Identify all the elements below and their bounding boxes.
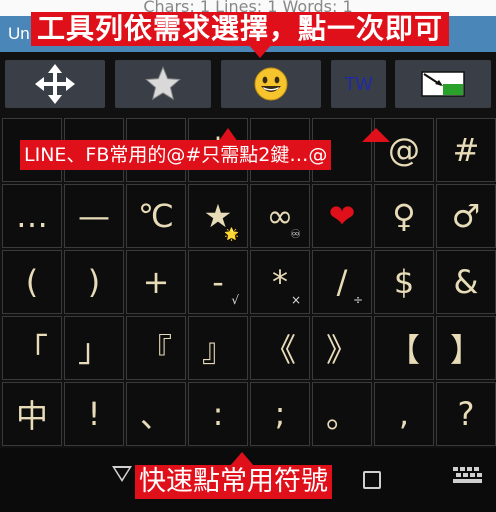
symbol-toolbar: TW [0,52,496,116]
symbol-key[interactable]: ( [2,250,62,314]
tw-text-button[interactable]: TW [331,60,386,108]
symbol-key[interactable]: 。 [312,382,372,446]
symbol-key-hint: ÷ [352,293,363,307]
symbol-key[interactable]: 「 [2,316,62,380]
symbol-key[interactable]: 《 [250,316,310,380]
emoji-button[interactable] [221,60,321,108]
symbol-key-label: / [336,263,348,301]
tw-label: TW [344,73,373,94]
symbol-key[interactable]: * × [250,250,310,314]
symbol-key-label: 」 [77,331,110,369]
symbol-key[interactable]: ★ 🌟 [188,184,248,248]
symbol-key-label: 「 [15,331,48,369]
symbol-key-label: 、 [139,397,172,435]
symbol-key-label: , [398,395,410,433]
symbol-key-hint: × [290,293,301,307]
symbol-key-label: 》 [325,331,358,369]
symbol-key[interactable]: ❤ [312,184,372,248]
symbol-key[interactable]: # [436,118,496,182]
symbol-key[interactable]: ♀ [374,184,434,248]
symbol-key[interactable]: … [2,184,62,248]
symbol-key-hint: ♾ [290,227,301,241]
symbol-key-label: ♂ [451,197,481,235]
symbol-key-label: 中 [15,397,48,435]
symbol-key[interactable]: ∞ ♾ [250,184,310,248]
symbol-key[interactable]: , [374,382,434,446]
symbol-key[interactable]: ) [64,250,124,314]
symbol-key-hint: 🌟 [224,227,239,241]
star-icon [145,66,181,101]
symbol-key[interactable]: 】 [436,316,496,380]
symbol-key-label: ? [457,395,475,433]
symbol-key[interactable]: 、 [126,382,186,446]
symbol-key-label: ❤ [328,197,356,235]
symbol-key[interactable]: 』 [188,316,248,380]
symbol-key[interactable]: 中 [2,382,62,446]
callout-top: 工具列依需求選擇，點一次即可 [31,12,450,46]
symbol-key-label: - [212,263,224,301]
symbol-key-hint: √ [231,293,239,307]
symbol-key-label: 『 [139,331,172,369]
symbol-key[interactable]: 》 [312,316,372,380]
recents-icon[interactable] [363,471,381,489]
app-title: Un [8,24,30,43]
symbol-key[interactable]: + [126,250,186,314]
symbol-key-label: @ [388,131,420,169]
symbol-key[interactable]: ℃ [126,184,186,248]
symbol-key[interactable]: 」 [64,316,124,380]
move-arrows-icon [35,64,75,104]
symbol-key-label: — [78,197,110,235]
symbol-key-label: ; [274,395,286,433]
symbol-key-label: 【 [387,331,420,369]
move-arrows-button[interactable] [5,60,105,108]
callout-middle-arrow-right [362,128,390,142]
symbol-key-label: ) [87,263,101,301]
symbol-key[interactable]: 『 [126,316,186,380]
symbol-key-label: ( [25,263,39,301]
symbol-key[interactable]: ! [64,382,124,446]
symbol-key-label: + [142,263,170,301]
symbol-key[interactable]: / ÷ [312,250,372,314]
callout-top-arrow [248,44,272,58]
symbol-key[interactable]: — [64,184,124,248]
callout-bottom-arrow [230,452,254,466]
keyboard-icon[interactable] [452,466,484,488]
callout-middle: LINE、FB常用的@#只需點2鍵…@ [20,140,332,170]
symbol-key[interactable]: : [188,382,248,446]
symbol-key-label: # [452,131,480,169]
symbol-key[interactable]: $ [374,250,434,314]
symbol-key-label: 』 [201,331,234,369]
back-icon-inner [115,468,129,479]
symbol-key[interactable]: & [436,250,496,314]
symbol-key-label: $ [393,263,415,301]
symbol-key-label: … [16,197,48,235]
symbol-key-label: 《 [263,331,296,369]
symbol-key[interactable]: ; [250,382,310,446]
callout-bottom: 快速點常用符號 [135,465,332,499]
symbol-key-label: ℃ [138,197,174,235]
input-switch-button[interactable] [395,60,491,108]
symbol-key-label: 】 [449,331,482,369]
symbol-key-label: : [212,395,224,433]
symbol-key-label: * [272,263,288,301]
symbol-key-label: ♀ [392,197,416,235]
symbol-key[interactable]: ♂ [436,184,496,248]
symbol-key[interactable]: 【 [374,316,434,380]
symbol-key[interactable]: ? [436,382,496,446]
smiley-icon [254,67,288,101]
favorites-star-button[interactable] [115,60,211,108]
symbol-key-label: & [453,263,479,301]
symbol-key[interactable]: - √ [188,250,248,314]
symbol-key-label: 。 [325,397,358,435]
symbol-key-label: ! [87,395,101,433]
keyboard-switch-icon [421,71,465,97]
